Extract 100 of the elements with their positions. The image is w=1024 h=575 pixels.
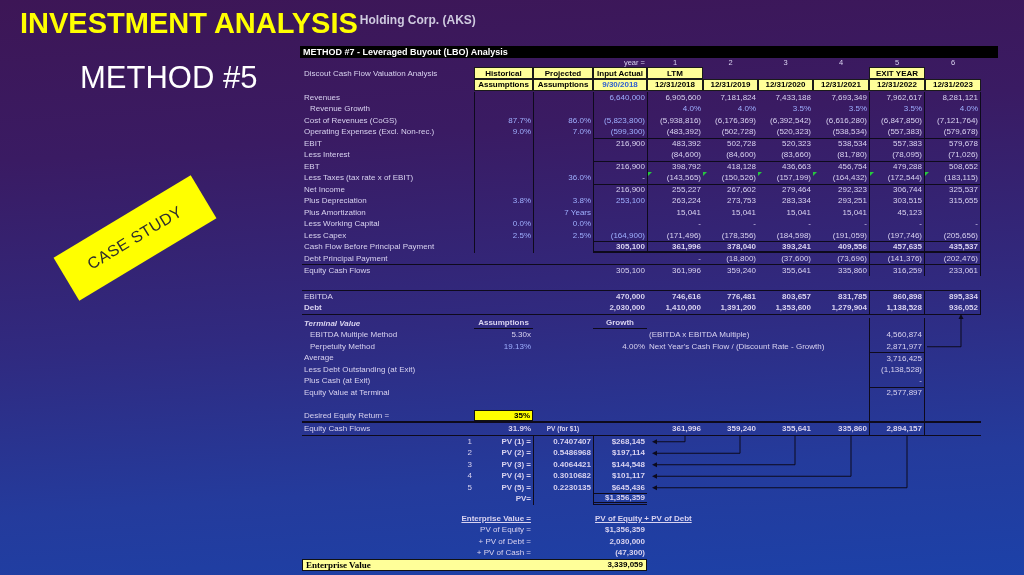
table-cell: 2,894,157 xyxy=(886,424,922,434)
highlighted-cell: 35% xyxy=(474,409,533,421)
table-cell: 538,534 xyxy=(838,139,867,149)
table-cell: (183,115) xyxy=(944,173,978,183)
row-label: Debt Principal Payment xyxy=(304,253,388,263)
table-cell: 7,433,188 xyxy=(775,92,811,102)
table-cell: 398,792 xyxy=(672,162,701,172)
table-cell: 15,041 xyxy=(731,207,756,217)
row-label: Plus Depreciation xyxy=(304,196,367,206)
table-cell: 5.30x xyxy=(511,330,531,340)
table-cell: 803,657 xyxy=(782,291,811,301)
table-cell: - xyxy=(919,219,922,229)
row-label: Less Interest xyxy=(304,150,350,160)
table-cell: 3.5% xyxy=(792,104,811,114)
table-cell: 4,560,874 xyxy=(886,330,922,340)
table-cell: (502,728) xyxy=(721,127,756,137)
table-cell: 557,383 xyxy=(893,139,922,149)
table-cell: 361,996 xyxy=(672,265,701,275)
table-cell: 9.0% xyxy=(512,127,531,137)
table-cell: 87.7% xyxy=(508,115,531,125)
table-cell: 457,635 xyxy=(893,241,922,251)
table-cell: 279,464 xyxy=(782,185,811,195)
table-cell: 0.5486968 xyxy=(553,448,591,458)
table-cell: 36.0% xyxy=(568,173,591,183)
table-cell: 479,288 xyxy=(893,162,922,172)
table-cell: $1,356,359 xyxy=(604,493,645,503)
table-cell: 0.7407407 xyxy=(553,436,591,446)
table-cell: 2,030,000 xyxy=(609,536,645,546)
table-cell: (71,026) xyxy=(948,150,978,160)
column-heading: Growth xyxy=(606,318,634,328)
table-cell: 359,240 xyxy=(727,265,756,275)
row-label: Equity Value at Terminal xyxy=(304,387,390,397)
table-cell: 305,100 xyxy=(616,241,645,251)
table-cell: 7,962,617 xyxy=(886,92,922,102)
row-label: Equity Cash Flows xyxy=(304,424,371,434)
table-cell: 3,716,425 xyxy=(886,353,922,363)
table-cell: 355,641 xyxy=(782,424,811,434)
table-cell: 316,259 xyxy=(893,265,922,275)
table-cell: 7,693,349 xyxy=(831,92,867,102)
table-cell: (6,616,280) xyxy=(826,115,867,125)
row-label: Less Capex xyxy=(304,230,347,240)
table-cell: - xyxy=(919,376,922,386)
period-number: 1 xyxy=(467,436,472,446)
formula-note: PV of Equity + PV of Debt xyxy=(595,513,692,523)
period-number: 5 xyxy=(467,482,472,492)
row-label: EBT xyxy=(304,161,320,171)
table-cell: $144,548 xyxy=(611,459,645,469)
table-cell: 2.5% xyxy=(512,230,531,240)
table-cell: 2,871,977 xyxy=(886,341,922,351)
table-cell: 335,860 xyxy=(838,424,867,434)
table-cell: 1,391,200 xyxy=(720,303,756,313)
column-header: 12/31/2018 xyxy=(647,79,703,91)
sheet-title-bar: METHOD #7 - Leveraged Buyout (LBO) Analysis xyxy=(300,46,998,58)
table-cell: 2,030,000 xyxy=(609,303,645,313)
column-header: Assumptions xyxy=(533,79,593,91)
table-cell: (6,176,369) xyxy=(715,115,756,125)
table-cell: 3.5% xyxy=(848,104,867,114)
column-header: Assumptions xyxy=(474,79,533,91)
table-cell: 1,138,528 xyxy=(886,303,922,313)
row-label: Equity Cash Flows xyxy=(304,265,371,275)
row-label: Plus Amortization xyxy=(304,207,366,217)
table-cell: (84,600) xyxy=(726,150,756,160)
table-cell: 435,537 xyxy=(949,241,978,251)
table-cell: 15,041 xyxy=(842,207,867,217)
table-cell: 3.8% xyxy=(572,196,591,206)
table-cell: (84,600) xyxy=(671,150,701,160)
table-cell: 45,123 xyxy=(897,207,922,217)
row-label: EBITDA Multiple Method xyxy=(310,330,398,340)
table-cell: 86.0% xyxy=(568,115,591,125)
table-cell: 579,678 xyxy=(949,139,978,149)
table-cell: $645,436 xyxy=(611,482,645,492)
table-cell: - xyxy=(753,219,756,229)
formula-note: (EBITDA x EBITDA Multiple) xyxy=(649,330,750,340)
table-cell: (150,526) xyxy=(721,173,756,183)
column-header: Input Actual xyxy=(593,67,647,79)
row-label: PV (2) = xyxy=(501,448,531,458)
formula-note: Next Year's Cash Flow / (Discount Rate - Growth) xyxy=(649,341,825,351)
table-cell: 292,323 xyxy=(838,185,867,195)
column-header: 9/30/2018 xyxy=(593,79,647,91)
period-number: 4 xyxy=(467,471,472,481)
table-cell: 1,279,904 xyxy=(831,303,867,313)
table-cell: 4.00% xyxy=(622,341,645,351)
row-label: EBITDA xyxy=(304,291,333,301)
total-label: Enterprise Value xyxy=(306,559,371,570)
table-cell: (37,600) xyxy=(781,253,811,263)
column-header: LTM xyxy=(647,67,703,79)
column-header: Historical xyxy=(474,67,533,79)
table-cell: 0.0% xyxy=(512,219,531,229)
table-cell: 895,334 xyxy=(949,291,978,301)
column-header: 12/31/2019 xyxy=(703,79,758,91)
table-cell: (557,383) xyxy=(887,127,922,137)
table-cell: (202,476) xyxy=(943,253,978,263)
table-cell: - xyxy=(808,219,811,229)
row-label: PV (3) = xyxy=(501,459,531,469)
table-cell: (7,121,764) xyxy=(937,115,978,125)
table-cell: 216,900 xyxy=(616,162,645,172)
table-cell: $197,114 xyxy=(612,448,645,458)
table-cell: 470,000 xyxy=(616,291,645,301)
table-cell: (5,938,816) xyxy=(660,115,701,125)
table-cell: (157,199) xyxy=(776,173,811,183)
